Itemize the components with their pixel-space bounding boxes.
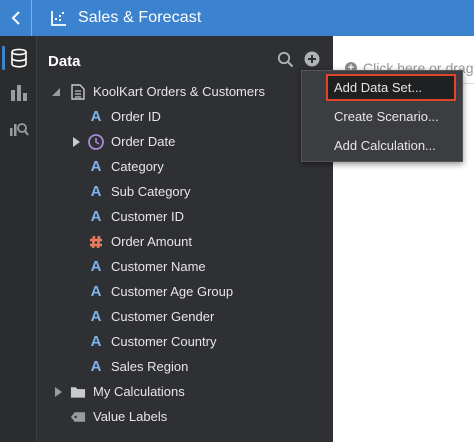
rail-data-tab[interactable] (0, 42, 37, 74)
tree-column-row[interactable]: A Customer Age Group (37, 279, 333, 304)
add-dropdown-menu: Add Data Set... Create Scenario... Add C… (301, 70, 463, 162)
tree-column-row[interactable]: A Customer Country (37, 329, 333, 354)
tree-column-row[interactable]: Order Amount (37, 229, 333, 254)
back-button[interactable] (0, 0, 32, 36)
document-icon (70, 83, 86, 100)
search-icon (277, 51, 293, 67)
value-labels-label: Value Labels (93, 409, 168, 424)
tree-column-row[interactable]: A Order ID (37, 104, 333, 129)
rail-visualizations-tab[interactable] (0, 77, 37, 109)
attribute-icon: A (90, 208, 102, 225)
left-rail (0, 36, 37, 442)
column-label: Sales Region (111, 359, 189, 374)
column-label: Category (111, 159, 164, 174)
clock-icon (88, 133, 104, 150)
column-label: Customer Name (111, 259, 206, 274)
tag-icon (70, 409, 86, 425)
attribute-icon: A (90, 158, 102, 175)
column-label: Order Amount (111, 234, 192, 249)
my-calculations-label: My Calculations (93, 384, 185, 399)
attribute-icon: A (90, 358, 102, 375)
measure-icon (88, 234, 104, 250)
tree-column-row[interactable]: A Category (37, 154, 333, 179)
caret-collapsed-icon[interactable] (71, 136, 81, 147)
search-button[interactable] (276, 50, 294, 68)
tree-value-labels-row[interactable]: Value Labels (37, 404, 333, 429)
tree-column-row[interactable]: A Customer ID (37, 204, 333, 229)
column-label: Customer Gender (111, 309, 215, 324)
chevron-left-icon (11, 11, 20, 25)
column-label: Customer Country (111, 334, 217, 349)
bar-chart-icon (10, 85, 27, 101)
column-label: Customer Age Group (111, 284, 234, 299)
tree-column-row[interactable]: A Sub Category (37, 179, 333, 204)
folder-icon (70, 384, 86, 400)
menu-item-add-calculation[interactable]: Add Calculation... (302, 133, 462, 158)
page-title: Sales & Forecast (78, 9, 202, 26)
top-bar: Sales & Forecast (0, 0, 474, 36)
attribute-icon: A (90, 108, 102, 125)
tree-column-row[interactable]: Order Date (37, 129, 333, 154)
attribute-icon: A (90, 183, 102, 200)
column-label: Order Date (111, 134, 176, 149)
attribute-icon: A (90, 308, 102, 325)
data-panel-title: Data (48, 53, 81, 70)
caret-collapsed-icon[interactable] (53, 386, 63, 397)
attribute-icon: A (90, 258, 102, 275)
tree-my-calculations-row[interactable]: My Calculations (37, 379, 333, 404)
tree-column-row[interactable]: A Customer Name (37, 254, 333, 279)
analytics-search-icon (9, 123, 29, 136)
column-label: Sub Category (111, 184, 191, 199)
add-button[interactable] (303, 50, 321, 68)
attribute-icon: A (90, 333, 102, 350)
plus-circle-icon (304, 51, 320, 67)
column-label: Customer ID (111, 209, 184, 224)
column-label: Order ID (111, 109, 161, 124)
data-panel: Data KoolKart Orders & Customers A Order… (37, 36, 333, 442)
tree-column-row[interactable]: A Customer Gender (37, 304, 333, 329)
dataset-label: KoolKart Orders & Customers (93, 84, 265, 99)
database-icon (10, 48, 27, 68)
attribute-icon: A (90, 283, 102, 300)
menu-item-add-data-set[interactable]: Add Data Set... (326, 74, 456, 101)
menu-item-create-scenario[interactable]: Create Scenario... (302, 104, 462, 129)
rail-analytics-tab[interactable] (0, 112, 37, 144)
tree-column-row[interactable]: A Sales Region (37, 354, 333, 379)
workbook-icon (44, 0, 74, 36)
tree-dataset-row[interactable]: KoolKart Orders & Customers (37, 79, 333, 104)
caret-expanded-icon[interactable] (51, 87, 61, 97)
